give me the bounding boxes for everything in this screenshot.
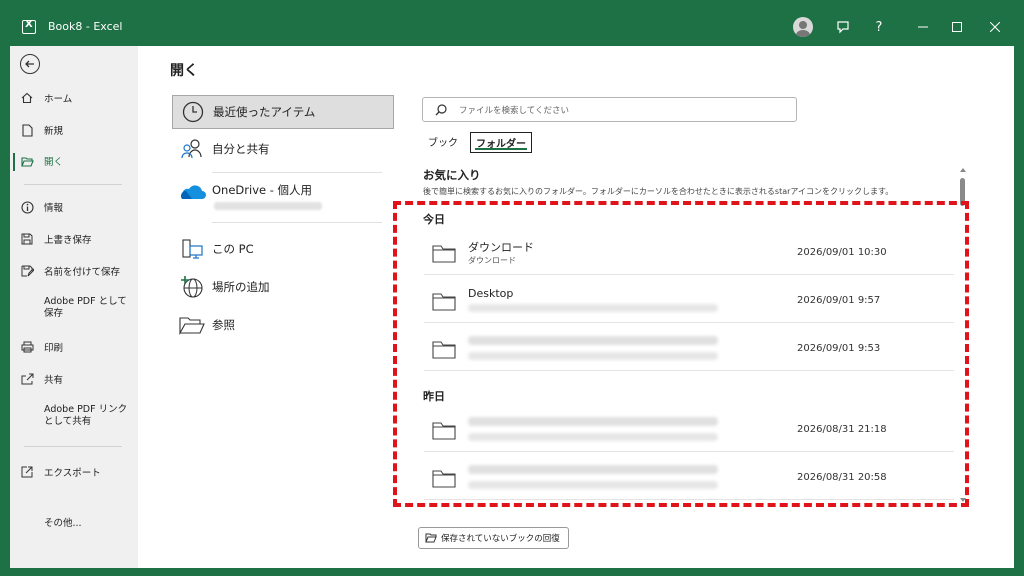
browse-folder-icon xyxy=(172,315,212,335)
nav-item-more[interactable]: その他... xyxy=(10,508,138,536)
onedrive-cloud-icon xyxy=(172,182,212,200)
print-icon xyxy=(10,341,44,353)
search-icon xyxy=(423,103,459,116)
nav-item-label: 上書き保存 xyxy=(44,235,92,246)
nav-item-label: その他... xyxy=(44,518,82,529)
new-document-icon xyxy=(10,123,44,137)
location-divider xyxy=(212,222,382,223)
maximize-icon[interactable] xyxy=(944,14,970,40)
nav-item-open[interactable]: 開く xyxy=(10,147,138,175)
location-label: 場所の追加 xyxy=(212,280,270,294)
window-title: Book8 - Excel xyxy=(48,20,123,33)
help-icon[interactable]: ? xyxy=(866,14,892,40)
back-button[interactable] xyxy=(20,54,40,74)
nav-item-print[interactable]: 印刷 xyxy=(10,333,138,361)
nav-item-label: Adobe PDF リンクとして共有 xyxy=(44,404,128,427)
nav-item-info[interactable]: 情報 xyxy=(10,193,138,221)
avatar[interactable] xyxy=(793,17,813,37)
clock-icon xyxy=(173,101,213,123)
nav-item-share[interactable]: 共有 xyxy=(10,365,138,393)
nav-item-label: Adobe PDF として保存 xyxy=(44,296,127,319)
location-add-place[interactable]: 場所の追加 xyxy=(172,270,394,304)
nav-item-new[interactable]: 新規 xyxy=(10,116,138,144)
info-icon xyxy=(10,200,44,214)
nav-item-export[interactable]: エクスポート xyxy=(10,458,138,486)
minimize-icon[interactable] xyxy=(910,14,936,40)
location-recent[interactable]: 最近使ったアイテム xyxy=(172,95,394,129)
save-as-icon xyxy=(10,265,44,277)
highlight-annotation xyxy=(393,201,969,507)
open-folder-icon xyxy=(10,156,44,167)
open-folder-icon xyxy=(425,533,437,543)
nav-divider xyxy=(24,446,122,447)
recover-unsaved-workbooks-button[interactable]: 保存されていないブックの回復 xyxy=(418,527,569,549)
location-this-pc[interactable]: この PC xyxy=(172,232,394,266)
page-title: 開く xyxy=(170,63,198,79)
location-browse[interactable]: 参照 xyxy=(172,308,394,342)
location-shared-with-me[interactable]: 自分と共有 xyxy=(172,132,394,166)
location-label: この PC xyxy=(212,242,254,256)
nav-item-save-as[interactable]: 名前を付けて保存 xyxy=(10,257,138,285)
location-label: 最近使ったアイテム xyxy=(213,105,316,119)
add-place-icon xyxy=(172,275,212,299)
onedrive-account-redacted xyxy=(214,202,322,210)
shared-people-icon xyxy=(172,138,212,160)
nav-item-label: 名前を付けて保存 xyxy=(44,267,121,278)
export-icon xyxy=(10,466,44,478)
tab-books[interactable]: ブック xyxy=(423,132,463,151)
backstage-nav: ホーム 新規 開く 情報 上書き保存 名前を付けて保存 Adobe PDF とし… xyxy=(10,46,138,568)
close-icon[interactable] xyxy=(982,14,1008,40)
nav-item-save[interactable]: 上書き保存 xyxy=(10,225,138,253)
nav-item-label: 共有 xyxy=(44,375,64,386)
nav-item-save-as-adobe-pdf[interactable]: Adobe PDF として保存 xyxy=(10,296,138,330)
search-input[interactable]: ファイルを検索してください xyxy=(459,104,569,116)
home-icon xyxy=(10,92,44,104)
file-search-box[interactable]: ファイルを検索してください xyxy=(422,97,797,122)
favorites-title: お気に入り xyxy=(423,168,481,182)
title-bar: Book8 - Excel ? xyxy=(0,0,1024,48)
save-icon xyxy=(10,233,44,245)
comment-icon[interactable] xyxy=(830,14,856,40)
nav-item-label: 情報 xyxy=(44,203,64,214)
nav-item-home[interactable]: ホーム xyxy=(10,84,138,112)
share-icon xyxy=(10,373,44,385)
recover-label: 保存されていないブックの回復 xyxy=(441,534,560,544)
scroll-up-icon[interactable] xyxy=(958,166,968,174)
location-label: 自分と共有 xyxy=(212,142,270,156)
nav-item-label: 印刷 xyxy=(44,343,64,354)
nav-item-share-adobe-pdf-link[interactable]: Adobe PDF リンクとして共有 xyxy=(10,404,138,438)
favorites-description: 後で簡単に検索するお気に入りのフォルダー。フォルダーにカーソルを合わせたときに表… xyxy=(423,187,894,196)
location-divider xyxy=(212,172,382,173)
nav-item-label: ホーム xyxy=(44,94,73,105)
backstage-window: ホーム 新規 開く 情報 上書き保存 名前を付けて保存 Adobe PDF とし… xyxy=(10,46,1014,568)
nav-divider xyxy=(24,184,122,185)
location-label: OneDrive - 個人用 xyxy=(212,183,313,197)
location-onedrive[interactable]: OneDrive - 個人用 xyxy=(172,178,394,212)
nav-item-label: 開く xyxy=(44,157,64,168)
nav-item-label: 新規 xyxy=(44,126,64,137)
computer-icon xyxy=(172,238,212,260)
back-arrow-icon xyxy=(25,60,34,68)
tab-folders[interactable]: フォルダー xyxy=(470,132,532,153)
nav-item-label: エクスポート xyxy=(44,468,101,479)
location-label: 参照 xyxy=(212,318,235,332)
excel-icon xyxy=(22,19,36,34)
